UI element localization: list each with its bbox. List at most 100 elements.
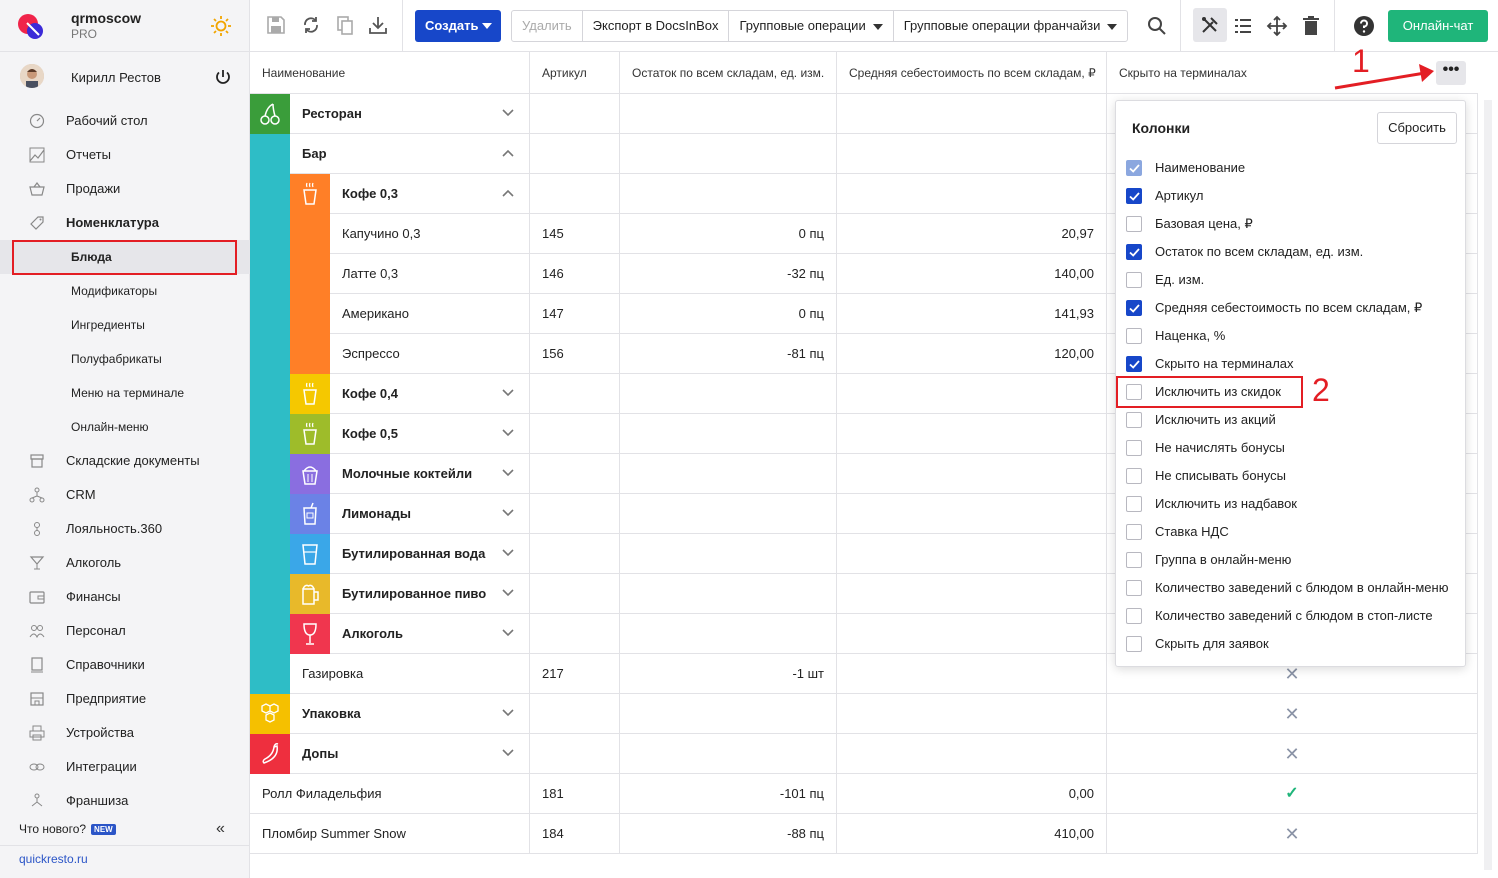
table-row[interactable]: Пломбир Summer Snow 184 -88 пц 410,00 ✕	[250, 814, 1478, 854]
sidebar-item-terminal-menu[interactable]: Меню на терминале	[0, 376, 250, 410]
column-header-stock[interactable]: Остаток по всем складам, ед. изм.	[620, 52, 837, 94]
sidebar-item-staff[interactable]: Персонал	[0, 614, 250, 648]
sidebar-item-warehouse[interactable]: Складские документы	[0, 444, 250, 478]
checkbox[interactable]	[1126, 412, 1142, 428]
download-icon[interactable]	[367, 14, 389, 36]
column-option[interactable]: Скрыть для заявок	[1126, 630, 1466, 658]
list-icon[interactable]	[1232, 15, 1254, 37]
checkbox[interactable]	[1126, 636, 1142, 652]
checkbox[interactable]	[1126, 328, 1142, 344]
sidebar-item-enterprise[interactable]: Предприятие	[0, 682, 250, 716]
tools-button[interactable]	[1193, 8, 1227, 42]
more-options-button[interactable]: •••	[1436, 61, 1466, 85]
chevron-down-icon[interactable]	[502, 749, 514, 757]
reset-button[interactable]: Сбросить	[1377, 112, 1457, 144]
sidebar-item-integrations[interactable]: Интеграции	[0, 750, 250, 784]
checkbox[interactable]	[1126, 300, 1142, 316]
user-profile[interactable]: Кирилл Рестов	[0, 56, 250, 100]
delete-button[interactable]: Удалить	[512, 11, 583, 41]
table-row[interactable]: Допы ✕	[250, 734, 1478, 774]
sidebar-item-alcohol[interactable]: Алкоголь	[0, 546, 250, 580]
column-option[interactable]: Средняя себестоимость по всем складам, ₽	[1126, 294, 1466, 322]
checkbox[interactable]	[1126, 188, 1142, 204]
chevron-up-icon[interactable]	[502, 149, 514, 157]
chevron-down-icon[interactable]	[502, 549, 514, 557]
column-option[interactable]: Количество заведений с блюдом в онлайн-м…	[1126, 574, 1466, 602]
refresh-icon[interactable]	[300, 14, 322, 36]
site-link[interactable]: quickresto.ru	[19, 852, 88, 866]
column-option[interactable]: Базовая цена, ₽	[1126, 210, 1466, 238]
checkbox[interactable]	[1126, 244, 1142, 260]
checkbox[interactable]	[1126, 440, 1142, 456]
column-option[interactable]: Группа в онлайн-меню	[1126, 546, 1466, 574]
column-option[interactable]: Скрыто на терминалах	[1126, 350, 1466, 378]
sidebar-item-references[interactable]: Справочники	[0, 648, 250, 682]
checkbox[interactable]	[1126, 580, 1142, 596]
group-operations-dropdown[interactable]: Групповые операции	[729, 11, 894, 41]
sidebar-item-reports[interactable]: Отчеты	[0, 138, 250, 172]
sidebar-item-dashboard[interactable]: Рабочий стол	[0, 104, 250, 138]
chevron-up-icon[interactable]	[502, 189, 514, 197]
checkbox[interactable]	[1126, 216, 1142, 232]
chevron-down-icon[interactable]	[502, 589, 514, 597]
sidebar-item-sales[interactable]: Продажи	[0, 172, 250, 206]
theme-sun-icon[interactable]	[210, 15, 232, 37]
chevron-down-icon[interactable]	[502, 389, 514, 397]
power-icon[interactable]	[213, 67, 233, 87]
sidebar-item-crm[interactable]: CRM	[0, 478, 250, 512]
table-row[interactable]: Упаковка ✕	[250, 694, 1478, 734]
scrollbar[interactable]	[1484, 100, 1492, 870]
checkbox[interactable]	[1126, 496, 1142, 512]
chevron-down-icon[interactable]	[502, 429, 514, 437]
search-icon[interactable]	[1146, 15, 1168, 37]
column-option[interactable]: Количество заведений с блюдом в стоп-лис…	[1126, 602, 1466, 630]
checkbox[interactable]	[1126, 272, 1142, 288]
save-icon[interactable]	[265, 14, 287, 36]
column-option[interactable]: Остаток по всем складам, ед. изм.	[1126, 238, 1466, 266]
sidebar-item-online-menu[interactable]: Онлайн-меню	[0, 410, 250, 444]
franchise-operations-dropdown[interactable]: Групповые операции франчайзи	[894, 11, 1128, 41]
sidebar-item-nomenclature[interactable]: Номенклатура	[0, 206, 250, 240]
column-option[interactable]: Артикул	[1126, 182, 1466, 210]
checkbox[interactable]	[1126, 160, 1142, 176]
export-docsinbox-button[interactable]: Экспорт в DocsInBox	[583, 11, 730, 41]
sidebar-item-finance[interactable]: Финансы	[0, 580, 250, 614]
sidebar-item-franchise[interactable]: Франшиза	[0, 784, 250, 818]
column-option[interactable]: Не начислять бонусы	[1126, 434, 1466, 462]
chevron-down-icon[interactable]	[502, 109, 514, 117]
column-option[interactable]: Ставка НДС	[1126, 518, 1466, 546]
sidebar-item-devices[interactable]: Устройства	[0, 716, 250, 750]
column-option[interactable]: Ед. изм.	[1126, 266, 1466, 294]
checkbox[interactable]	[1126, 524, 1142, 540]
column-header-cost[interactable]: Средняя себестоимость по всем складам, ₽	[837, 52, 1107, 94]
checkbox[interactable]	[1126, 356, 1142, 372]
checkbox[interactable]	[1126, 468, 1142, 484]
table-row[interactable]: Ролл Филадельфия 181 -101 пц 0,00 ✓	[250, 774, 1478, 814]
chevron-down-icon[interactable]	[502, 469, 514, 477]
copy-icon[interactable]	[334, 14, 356, 36]
column-option[interactable]: Не списывать бонусы	[1126, 462, 1466, 490]
help-icon[interactable]	[1353, 15, 1375, 37]
collapse-sidebar-icon[interactable]: «	[216, 820, 225, 838]
checkbox[interactable]	[1126, 608, 1142, 624]
chevron-down-icon[interactable]	[502, 629, 514, 637]
move-icon[interactable]	[1266, 15, 1288, 37]
trash-icon[interactable]	[1300, 15, 1322, 37]
column-header-article[interactable]: Артикул	[530, 52, 620, 94]
column-option[interactable]: Наценка, %	[1126, 322, 1466, 350]
chevron-down-icon[interactable]	[502, 709, 514, 717]
column-option[interactable]: Исключить из акций	[1126, 406, 1466, 434]
sidebar-item-ingredients[interactable]: Ингредиенты	[0, 308, 250, 342]
create-button[interactable]: Создать	[415, 10, 501, 42]
column-option[interactable]: Наименование	[1126, 154, 1466, 182]
column-header-name[interactable]: Наименование	[250, 52, 530, 94]
sidebar-item-modifiers[interactable]: Модификаторы	[0, 274, 250, 308]
column-option[interactable]: Исключить из надбавок	[1126, 490, 1466, 518]
online-chat-button[interactable]: Онлайн-чат	[1388, 10, 1488, 42]
brand-name[interactable]: qrmoscow	[71, 10, 141, 26]
chevron-down-icon[interactable]	[502, 509, 514, 517]
checkbox[interactable]	[1126, 552, 1142, 568]
whats-new-link[interactable]: Что нового? NEW	[19, 822, 116, 836]
sidebar-item-semifinished[interactable]: Полуфабрикаты	[0, 342, 250, 376]
sidebar-item-loyalty[interactable]: Лояльность.360	[0, 512, 250, 546]
